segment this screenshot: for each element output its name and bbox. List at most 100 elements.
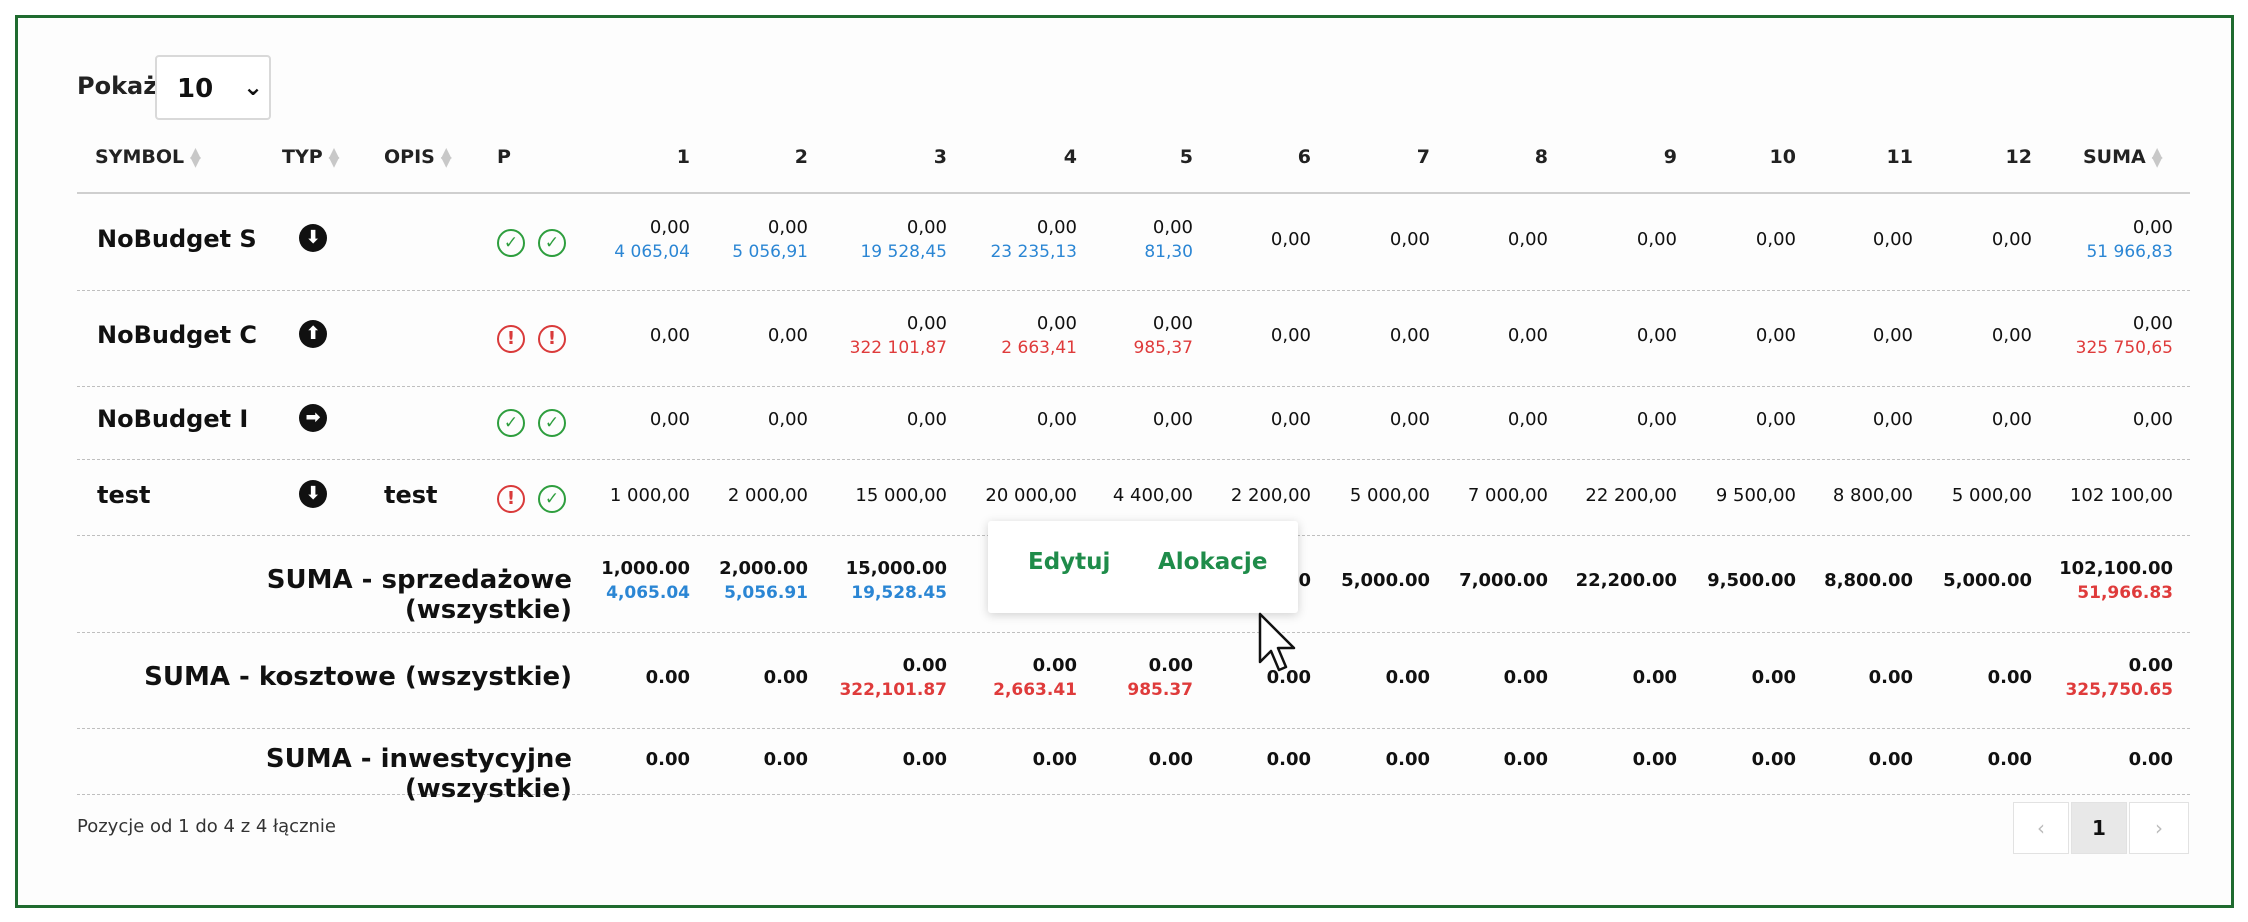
summary-label: SUMA - sprzedażowe (wszystkie) [266, 565, 572, 625]
month-cell-diff: 19 528,45 [860, 242, 947, 262]
summary-cell-value: 0.00 [902, 655, 947, 676]
summary-suma-cell-value: 0.00 [2128, 749, 2173, 770]
suma-cell: 102 100,00 [2033, 484, 2173, 508]
row-divider [77, 192, 2190, 194]
summary-cell-value: 0.00 [1987, 749, 2032, 770]
header-month-10[interactable]: 10 [1736, 144, 1796, 170]
summary-cell: 0.00 [1408, 666, 1548, 690]
month-cell: 0,00 19 528,45 [807, 216, 947, 264]
sort-icon: ▲ ▼ [328, 144, 340, 170]
row-divider [77, 728, 2190, 729]
month-cell: 0,00 322 101,87 [807, 312, 947, 360]
summary-label: SUMA - inwestycyjne (wszystkie) [265, 744, 572, 804]
suma-cell: 0,00 [2033, 408, 2173, 432]
header-month-11[interactable]: 11 [1853, 144, 1913, 170]
month-cell: 0,00 [1892, 408, 2032, 432]
header-opis[interactable]: OPIS ▲ ▼ [384, 144, 452, 170]
row-context-menu: Edytuj Alokacje [988, 521, 1298, 613]
header-month-8[interactable]: 8 [1488, 144, 1548, 170]
table-info: Pozycje od 1 do 4 z 4 łącznie [77, 816, 337, 837]
month-cell-value: 0,00 [906, 217, 947, 238]
summary-suma-cell: 102,100.00 51,966.83 [2033, 557, 2173, 605]
header-month-5[interactable]: 5 [1133, 144, 1193, 170]
suma-cell-diff: 51 966,83 [2086, 242, 2173, 262]
summary-cell: 2,000.00 5,056.91 [668, 557, 808, 605]
month-cell-value: 0,00 [1507, 325, 1548, 346]
month-cell: 0,00 [807, 408, 947, 432]
month-cell-value: 0,00 [906, 313, 947, 334]
header-symbol[interactable]: SYMBOL ▲ ▼ [95, 144, 201, 170]
month-cell-value: 7 000,00 [1467, 485, 1548, 506]
header-p[interactable]: P [497, 144, 511, 170]
month-cell-diff: 322 101,87 [849, 338, 947, 358]
suma-cell-value: 102 100,00 [2069, 485, 2173, 506]
header-month-4[interactable]: 4 [1017, 144, 1077, 170]
summary-cell-value: 0.00 [763, 749, 808, 770]
header-typ-label: TYP [282, 146, 323, 168]
header-month-9[interactable]: 9 [1617, 144, 1677, 170]
header-suma[interactable]: SUMA ▲ ▼ [2083, 144, 2163, 170]
symbol-cell: NoBudget I [97, 405, 249, 433]
month-cell: 5 000,00 [1892, 484, 2032, 508]
summary-cell: 0.00 [668, 666, 808, 690]
suma-cell-value: 0,00 [2132, 217, 2173, 238]
header-month-6[interactable]: 6 [1251, 144, 1311, 170]
summary-cell-diff: 5,056.91 [724, 583, 808, 603]
opis-cell: test [384, 481, 438, 509]
arrow-down-icon: ⬇ [299, 224, 327, 252]
pagination-prev-button[interactable]: ‹ [2013, 802, 2069, 854]
check-icon: ✓ [497, 409, 525, 437]
warning-icon: ! [497, 485, 525, 513]
edit-link[interactable]: Edytuj [1028, 549, 1110, 575]
symbol-cell: test [97, 481, 151, 509]
allocations-link[interactable]: Alokacje [1158, 549, 1267, 575]
header-opis-label: OPIS [384, 146, 435, 168]
month-cell-value: 0,00 [1507, 229, 1548, 250]
arrow-down-icon: ⬇ [299, 480, 327, 508]
mouse-cursor-icon [1258, 612, 1296, 672]
symbol-cell: NoBudget S [97, 225, 257, 253]
row-divider [77, 386, 2190, 387]
month-cell: 0,00 [1408, 408, 1548, 432]
summary-suma-cell-diff: 325,750.65 [2065, 680, 2173, 700]
month-cell-value: 0,00 [1991, 229, 2032, 250]
summary-cell: 0.00 [807, 748, 947, 772]
month-cell-value: 0,00 [767, 217, 808, 238]
month-cell-value: 0,00 [906, 409, 947, 430]
header-suma-label: SUMA [2083, 146, 2146, 168]
summary-label: SUMA - kosztowe (wszystkie) [144, 662, 572, 692]
month-cell-value: 0,00 [767, 409, 808, 430]
pagination-next-button[interactable]: › [2129, 802, 2189, 854]
header-month-2[interactable]: 2 [748, 144, 808, 170]
summary-cell-value: 0.00 [902, 749, 947, 770]
summary-cell-value: 0.00 [1503, 749, 1548, 770]
header-month-1[interactable]: 1 [630, 144, 690, 170]
header-p-label: P [497, 146, 511, 168]
header-month-7[interactable]: 7 [1370, 144, 1430, 170]
header-typ[interactable]: TYP ▲ ▼ [282, 144, 339, 170]
header-month-12[interactable]: 12 [1972, 144, 2032, 170]
arrow-right-icon: ➡ [299, 404, 327, 432]
summary-suma-cell-diff: 51,966.83 [2077, 583, 2173, 603]
page-length-select[interactable]: 10 ⌄ [155, 55, 271, 120]
summary-cell: 0.00 322,101.87 [807, 654, 947, 702]
summary-cell: 0.00 [1892, 666, 2032, 690]
month-cell-value: 2 000,00 [727, 485, 808, 506]
month-cell-diff: 5 056,91 [732, 242, 808, 262]
arrow-up-icon: ⬆ [299, 320, 327, 348]
month-cell: 7 000,00 [1408, 484, 1548, 508]
row-divider [77, 290, 2190, 291]
month-cell: 2 000,00 [668, 484, 808, 508]
header-month-3[interactable]: 3 [887, 144, 947, 170]
summary-cell: 7,000.00 [1408, 569, 1548, 593]
summary-cell: 5,000.00 [1892, 569, 2032, 593]
pagination-page-1[interactable]: 1 [2071, 802, 2127, 854]
summary-suma-cell-value: 102,100.00 [2059, 558, 2173, 579]
summary-cell: 0.00 [1408, 748, 1548, 772]
summary-cell-diff: 19,528.45 [851, 583, 947, 603]
month-cell-value: 0,00 [1991, 325, 2032, 346]
suma-cell-diff: 325 750,65 [2075, 338, 2173, 358]
summary-cell-value: 0.00 [763, 667, 808, 688]
suma-cell-value: 0,00 [2132, 313, 2173, 334]
month-cell: 0,00 [1892, 228, 2032, 252]
